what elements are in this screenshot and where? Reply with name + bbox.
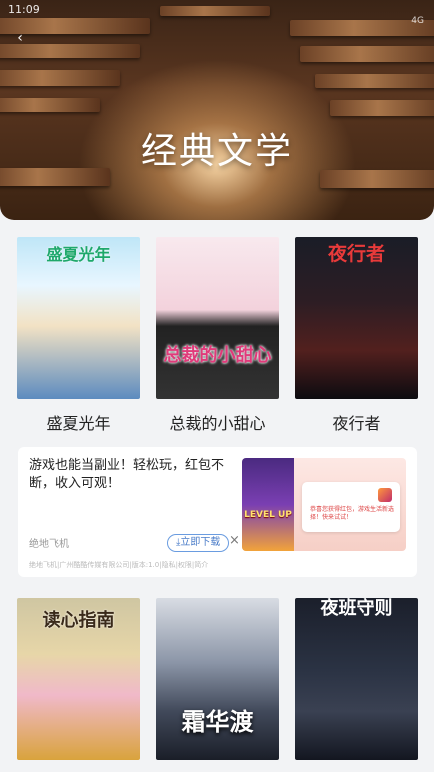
book-item[interactable]: 夜行者 夜行者 <box>295 237 418 434</box>
ad-legal-text: 绝地飞机|广州酷酷传媒有限公司|版本:1.0|隐私|权限|简介 <box>29 561 209 569</box>
book-title: 盛夏光年 <box>46 414 111 433</box>
book-cover: 读心指南 <box>17 598 140 760</box>
ad-image[interactable]: LEVEL UP 恭喜您获得红包，游戏生活新选择！快来试试！ <box>242 458 406 551</box>
book-spine-decor <box>330 100 434 116</box>
cover-title: 夜行者 <box>327 243 385 265</box>
cover-title: 盛夏光年 <box>46 245 111 264</box>
ad-banner[interactable]: 游戏也能当副业！轻松玩，红包不断，收入可观！ 绝地飞机 ⤓立即下载 × 绝地飞机… <box>18 447 417 577</box>
back-button[interactable]: ‹ <box>10 28 30 48</box>
ad-card-text: 恭喜您获得红包，游戏生活新选择！快来试试！ <box>310 506 395 521</box>
ad-download-label: 立即下载 <box>180 537 221 548</box>
book-title: 夜行者 <box>332 414 381 433</box>
book-item[interactable]: 盛夏光年 盛夏光年 <box>17 237 140 434</box>
book-item[interactable]: 夜班守则 <box>295 598 418 760</box>
page-title: 经典文学 <box>140 131 293 172</box>
book-title: 总裁的小甜心 <box>169 414 266 433</box>
status-network: 4G <box>411 16 424 26</box>
ad-card: 恭喜您获得红包，游戏生活新选择！快来试试！ <box>302 482 400 532</box>
book-cover: 夜班守则 <box>295 598 418 760</box>
app-icon <box>378 488 392 502</box>
cover-title: 霜华渡 <box>181 707 254 736</box>
book-cover: 夜行者 <box>295 237 418 399</box>
book-spine-decor <box>300 46 434 62</box>
hero-banner: 11:09 4G ‹ 经典文学 <box>0 0 434 220</box>
ad-game-screenshot: LEVEL UP <box>242 458 294 551</box>
book-cover: 霜华渡 <box>156 598 279 760</box>
book-cover: 总裁的小甜心 <box>156 237 279 399</box>
status-time: 11:09 <box>8 3 40 16</box>
ad-brand: 绝地飞机 <box>29 539 69 550</box>
ad-game-level: LEVEL UP <box>244 510 292 520</box>
book-spine-decor <box>0 98 100 112</box>
ad-download-button[interactable]: ⤓立即下载 <box>167 534 230 552</box>
ad-close-button[interactable]: × <box>229 533 240 548</box>
book-spine-decor <box>160 6 270 16</box>
book-item[interactable]: 总裁的小甜心 总裁的小甜心 <box>156 237 279 434</box>
book-spine-decor <box>0 70 120 86</box>
cover-title: 读心指南 <box>42 610 115 631</box>
cover-title: 总裁的小甜心 <box>163 345 272 366</box>
ad-text: 游戏也能当副业！轻松玩，红包不断，收入可观！ <box>29 458 225 491</box>
book-spine-decor <box>315 74 434 88</box>
book-item[interactable]: 霜华渡 <box>156 598 279 760</box>
back-icon: ‹ <box>17 30 23 46</box>
book-item[interactable]: 读心指南 <box>17 598 140 760</box>
book-cover: 盛夏光年 <box>17 237 140 399</box>
cover-title: 夜班守则 <box>320 598 393 619</box>
